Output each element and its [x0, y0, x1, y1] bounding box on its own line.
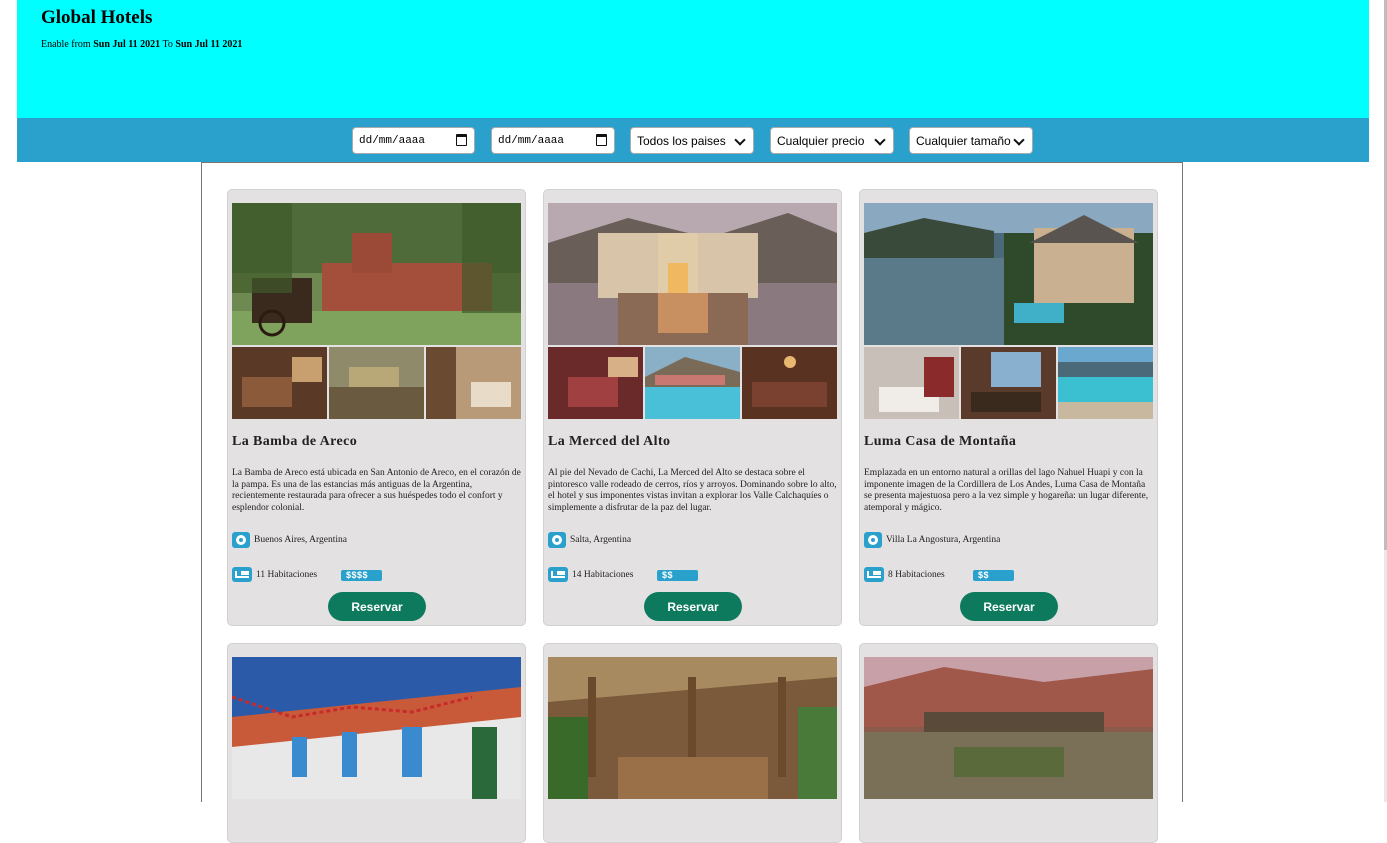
hotel-description: Emplazada en un entorno natural a orilla… [864, 468, 1149, 513]
hotel-grid: La Bamba de Areco La Bamba de Areco está… [201, 162, 1183, 843]
hotel-thumb-photo [426, 347, 521, 419]
reserve-button[interactable]: Reservar [960, 592, 1058, 621]
page-header: Global Hotels Enable from Sun Jul 11 202… [17, 0, 1369, 118]
enable-range-text: Enable from Sun Jul 11 2021 To Sun Jul 1… [41, 39, 242, 50]
calendar-icon[interactable] [596, 134, 607, 146]
enable-prefix: Enable from [41, 39, 94, 50]
country-select-value: Todos los paises [637, 133, 726, 148]
hotel-card [859, 643, 1158, 843]
hotel-thumb-photo [1058, 347, 1153, 419]
bed-icon [864, 567, 884, 582]
reserve-button[interactable]: Reservar [644, 592, 742, 621]
reserve-button[interactable]: Reservar [328, 592, 426, 621]
hotel-main-photo [232, 203, 521, 345]
hotel-thumb-photo [645, 347, 740, 419]
enable-date-to: Sun Jul 11 2021 [175, 39, 243, 50]
date-from-input[interactable]: dd/mm/aaaa [352, 127, 475, 154]
chevron-down-icon [1013, 134, 1025, 146]
hotel-location: Salta, Argentina [548, 532, 631, 548]
hotel-main-photo [548, 203, 837, 345]
hotel-rooms: 11 Habitaciones [232, 567, 317, 582]
filter-bar: dd/mm/aaaa dd/mm/aaaa Todos los paises C… [17, 118, 1369, 162]
price-badge: $$ [973, 570, 1014, 581]
date-to-placeholder: dd/mm/aaaa [498, 134, 565, 147]
calendar-icon[interactable] [456, 134, 467, 146]
date-to-input[interactable]: dd/mm/aaaa [491, 127, 615, 154]
globe-icon [864, 532, 882, 548]
country-select[interactable]: Todos los paises [630, 127, 754, 154]
hotel-thumb-photo [548, 347, 643, 419]
price-select-value: Cualquier precio [777, 133, 865, 148]
hotel-name: La Merced del Alto [548, 434, 671, 449]
hotel-name: La Bamba de Areco [232, 434, 358, 449]
price-select[interactable]: Cualquier precio [770, 127, 894, 154]
hotel-thumb-photo [329, 347, 424, 419]
hotel-location: Buenos Aires, Argentina [232, 532, 347, 548]
hotel-main-photo [548, 657, 837, 799]
chevron-down-icon [874, 134, 886, 146]
hotel-rooms: 14 Habitaciones [548, 567, 633, 582]
hotel-thumb-photo [742, 347, 837, 419]
globe-icon [232, 532, 250, 548]
hotel-thumb-photo [232, 347, 327, 419]
hotel-main-photo [232, 657, 521, 799]
hotel-location-text: Salta, Argentina [570, 535, 632, 545]
hotel-location-text: Buenos Aires, Argentina [254, 535, 347, 545]
enable-date-from: Sun Jul 11 2021 [93, 39, 161, 50]
hotel-description: Al pie del Nevado de Cachi, La Merced de… [548, 468, 837, 513]
hotel-description: La Bamba de Areco está ubicada en San An… [232, 468, 521, 513]
hotel-card: Luma Casa de Montaña Emplazada en un ent… [859, 189, 1158, 626]
globe-icon [548, 532, 566, 548]
size-select-value: Cualquier tamaño [916, 133, 1011, 148]
size-select[interactable]: Cualquier tamaño [909, 127, 1033, 154]
hotel-location-text: Villa La Angostura, Argentina [886, 535, 1001, 545]
hotel-card: La Merced del Alto Al pie del Nevado de … [543, 189, 842, 626]
hotel-rooms: 8 Habitaciones [864, 567, 945, 582]
chevron-down-icon [734, 134, 746, 146]
bed-icon [548, 567, 568, 582]
hotel-thumb-photo [961, 347, 1056, 419]
hotel-rooms-text: 8 Habitaciones [888, 569, 945, 580]
hotel-rooms-text: 11 Habitaciones [256, 569, 318, 580]
price-badge: $$ [657, 570, 698, 581]
hotel-card: La Bamba de Areco La Bamba de Areco está… [227, 189, 526, 626]
price-badge: $$$$ [341, 570, 382, 581]
hotel-main-photo [864, 203, 1153, 345]
hotel-thumb-photo [864, 347, 959, 419]
hotel-card [543, 643, 842, 843]
date-from-placeholder: dd/mm/aaaa [359, 134, 426, 147]
bed-icon [232, 567, 252, 582]
hotel-main-photo [864, 657, 1153, 799]
hotel-location: Villa La Angostura, Argentina [864, 532, 1000, 548]
hotel-card [227, 643, 526, 843]
enable-to-word: To [160, 39, 176, 50]
site-title: Global Hotels [41, 7, 153, 28]
hotel-name: Luma Casa de Montaña [864, 434, 1017, 449]
hotel-rooms-text: 14 Habitaciones [572, 569, 634, 580]
